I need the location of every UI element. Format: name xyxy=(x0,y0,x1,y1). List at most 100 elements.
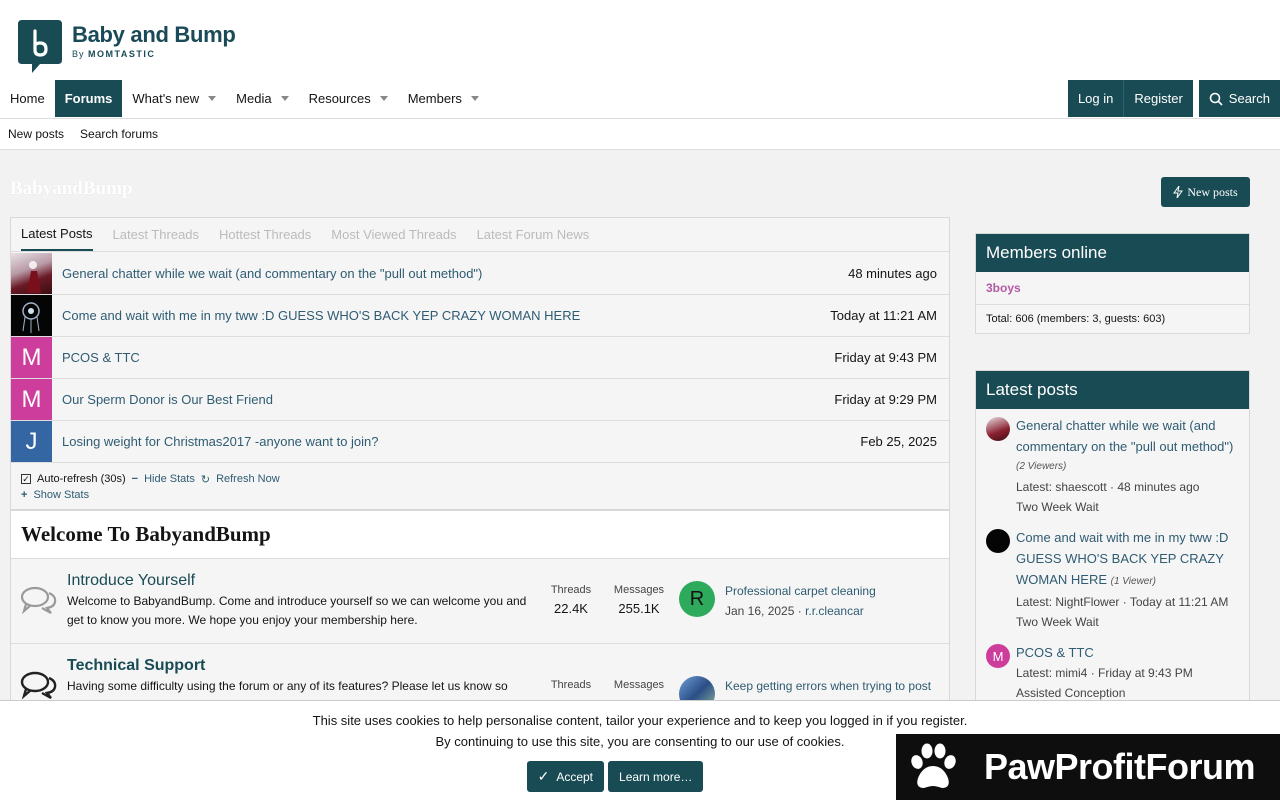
cookie-line-1: This site uses cookies to help personali… xyxy=(312,713,968,728)
show-stats-link[interactable]: Show Stats xyxy=(33,489,89,501)
subnav-search-forums[interactable]: Search forums xyxy=(80,127,158,141)
chevron-down-icon[interactable] xyxy=(379,96,388,101)
forum-title[interactable]: Introduce Yourself xyxy=(67,572,537,590)
forum-description: Having some difficulty using the forum o… xyxy=(67,679,508,693)
learn-more-button[interactable]: Learn more… xyxy=(608,761,704,792)
tab-most-viewed-threads[interactable]: Most Viewed Threads xyxy=(331,218,456,251)
avatar[interactable] xyxy=(986,529,1010,553)
brand-subtitle: By MOMTASTIC xyxy=(72,49,236,59)
new-posts-label: New posts xyxy=(1187,184,1238,199)
watermark-text: PawProfitForum xyxy=(984,746,1256,787)
post-time: 48 minutes ago xyxy=(848,265,937,281)
messages-label: Messages xyxy=(613,584,665,596)
plus-icon: + xyxy=(21,489,28,501)
post-time: Today at 11:21 AM xyxy=(830,308,937,323)
nav-media[interactable]: Media xyxy=(226,80,298,117)
last-post-user[interactable]: r.r.cleancar xyxy=(805,604,864,618)
viewer-count: (2 Viewers) xyxy=(1016,461,1067,472)
list-item[interactable]: Come and wait with me in my tww :D GUESS… xyxy=(11,294,949,336)
post-time: Feb 25, 2025 xyxy=(860,434,937,449)
refresh-now-link[interactable]: Refresh Now xyxy=(216,473,280,485)
main-column: Latest Posts Latest Threads Hottest Thre… xyxy=(10,217,950,730)
accept-cookies-button[interactable]: ✓ Accept xyxy=(526,761,605,792)
list-item[interactable]: M Our Sperm Donor is Our Best Friend Fri… xyxy=(11,378,949,420)
threads-label: Threads xyxy=(550,679,592,691)
list-item[interactable]: M PCOS & TTC Friday at 9:43 PM xyxy=(11,336,949,378)
search-label: Search xyxy=(1228,91,1270,106)
refresh-icon: ↻ xyxy=(200,473,211,486)
latest-meta[interactable]: Latest: NightFlower · Today at 11:21 AM xyxy=(1016,592,1239,612)
last-post-title[interactable]: Keep getting errors when trying to post xyxy=(725,676,931,696)
post-time: Friday at 9:29 PM xyxy=(834,392,937,407)
refresh-bar: ✓ Auto-refresh (30s) − Hide Stats ↻ Refr… xyxy=(11,462,949,509)
chevron-down-icon[interactable] xyxy=(470,96,479,101)
tab-hottest-threads[interactable]: Hottest Threads xyxy=(219,218,311,251)
tab-latest-posts[interactable]: Latest Posts xyxy=(21,218,93,251)
auto-refresh-label: Auto-refresh (30s) xyxy=(37,473,126,485)
site-logo[interactable]: Baby and Bump By MOMTASTIC xyxy=(18,20,236,74)
forum-title[interactable]: Technical Support xyxy=(67,657,537,675)
category-title[interactable]: Welcome To BabyandBump xyxy=(11,511,949,559)
nav-whats-new-label: What's new xyxy=(132,91,200,106)
members-online-title[interactable]: Members online xyxy=(976,234,1249,272)
post-title[interactable]: Come and wait with me in my tww :D GUESS… xyxy=(1016,527,1239,592)
account-nav: Log in Register Search xyxy=(1067,80,1280,117)
auto-refresh-checkbox[interactable]: ✓ xyxy=(21,474,31,484)
list-item: General chatter while we wait (and comme… xyxy=(976,409,1249,521)
hide-stats-link[interactable]: Hide Stats xyxy=(144,473,195,485)
avatar[interactable] xyxy=(11,252,52,294)
avatar[interactable]: R xyxy=(679,581,715,617)
nav-resources[interactable]: Resources xyxy=(299,80,398,117)
avatar[interactable]: M xyxy=(986,644,1010,668)
nav-home[interactable]: Home xyxy=(0,80,55,117)
latest-meta[interactable]: Latest: shaescott · 48 minutes ago xyxy=(1016,477,1239,497)
last-post-title[interactable]: Professional carpet cleaning xyxy=(725,581,876,601)
last-post: R Professional carpet cleaning Jan 16, 2… xyxy=(679,559,876,643)
post-title[interactable]: PCOS & TTC xyxy=(1016,642,1193,663)
last-post-date[interactable]: Jan 16, 2025 xyxy=(725,604,794,618)
list-item[interactable]: General chatter while we wait (and comme… xyxy=(11,252,949,294)
sidebar-latest-title[interactable]: Latest posts xyxy=(976,371,1249,409)
register-button[interactable]: Register xyxy=(1123,80,1192,117)
nav-members[interactable]: Members xyxy=(398,80,489,117)
subnav-new-posts[interactable]: New posts xyxy=(8,127,64,141)
forum-category: Welcome To BabyandBump Introduce Yoursel… xyxy=(10,510,950,730)
post-title[interactable]: Come and wait with me in my tww :D GUESS… xyxy=(62,308,830,323)
bolt-icon xyxy=(1173,186,1184,198)
avatar[interactable]: M xyxy=(11,337,52,378)
forum-description: Welcome to BabyandBump. Come and introdu… xyxy=(67,594,527,627)
post-title[interactable]: General chatter while we wait (and comme… xyxy=(62,266,848,281)
chevron-down-icon[interactable] xyxy=(208,96,217,101)
sub-nav: New posts Search forums xyxy=(0,118,1280,150)
post-title[interactable]: PCOS & TTC xyxy=(62,350,834,365)
new-posts-button[interactable]: New posts xyxy=(1161,177,1250,207)
tab-bar: Latest Posts Latest Threads Hottest Thre… xyxy=(11,218,949,252)
list-item[interactable]: J Losing weight for Christmas2017 -anyon… xyxy=(11,420,949,462)
latest-posts-list: General chatter while we wait (and comme… xyxy=(11,252,949,462)
avatar[interactable]: J xyxy=(11,421,52,462)
latest-meta[interactable]: Latest: mimi4 · Friday at 9:43 PM xyxy=(1016,663,1193,683)
post-title[interactable]: Losing weight for Christmas2017 -anyone … xyxy=(62,434,860,449)
login-button[interactable]: Log in xyxy=(1068,80,1123,117)
nav-whats-new[interactable]: What's new xyxy=(122,80,226,117)
threads-stat: Threads 22.4K xyxy=(537,559,605,643)
nav-forums[interactable]: Forums xyxy=(54,80,123,117)
forum-name[interactable]: Two Week Wait xyxy=(1016,497,1239,517)
minus-icon: − xyxy=(131,473,139,485)
chevron-down-icon[interactable] xyxy=(280,96,289,101)
post-title[interactable]: General chatter while we wait (and comme… xyxy=(1016,415,1239,457)
avatar[interactable] xyxy=(986,417,1010,441)
chat-bubbles-icon xyxy=(11,559,67,643)
online-member[interactable]: 3boys xyxy=(976,272,1249,305)
search-icon xyxy=(1209,92,1223,106)
avatar[interactable] xyxy=(11,295,52,336)
forum-row: Introduce Yourself Welcome to BabyandBum… xyxy=(11,559,949,644)
tab-latest-threads[interactable]: Latest Threads xyxy=(113,218,199,251)
members-online-block: Members online 3boys Total: 606 (members… xyxy=(975,233,1250,334)
paw-icon xyxy=(911,743,956,788)
post-title[interactable]: Our Sperm Donor is Our Best Friend xyxy=(62,392,834,407)
forum-name[interactable]: Two Week Wait xyxy=(1016,612,1239,632)
search-button[interactable]: Search xyxy=(1198,80,1280,117)
tab-latest-forum-news[interactable]: Latest Forum News xyxy=(477,218,590,251)
avatar[interactable]: M xyxy=(11,379,52,420)
